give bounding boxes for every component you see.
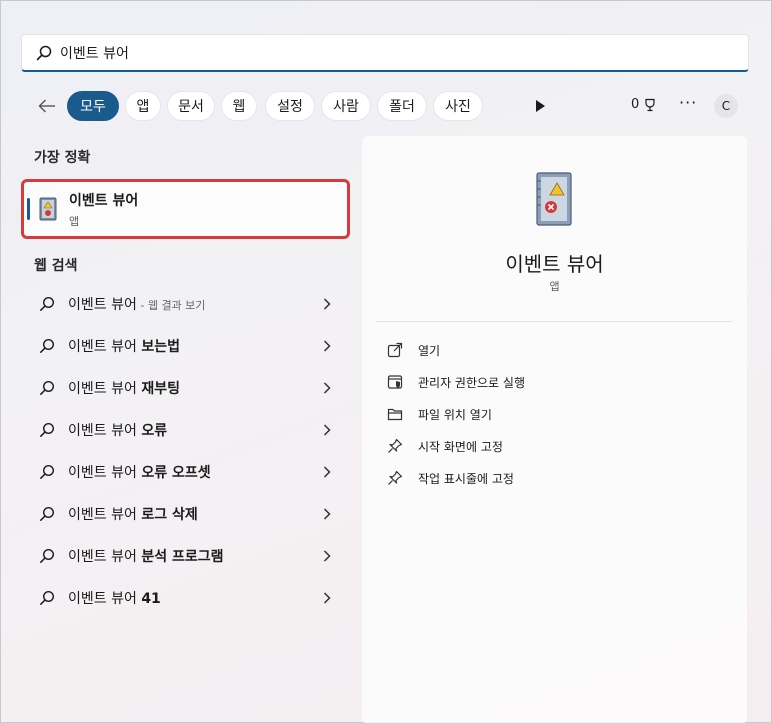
web-search-item-label: 이벤트 뷰어 로그 삭제 (68, 504, 198, 524)
suggestion-text: 오류 오프셋 (141, 465, 211, 481)
search-icon (40, 506, 55, 521)
web-search-item[interactable]: 이벤트 뷰어 41 (23, 580, 343, 616)
suggestion-text: 분석 프로그램 (141, 549, 224, 565)
event-viewer-app-icon (39, 197, 57, 221)
chevron-right-icon (323, 508, 331, 520)
search-icon (40, 464, 55, 479)
event-viewer-large-icon (536, 172, 572, 226)
web-search-item[interactable]: 이벤트 뷰어 로그 삭제 (23, 496, 343, 532)
action-label: 작업 표시줄에 고정 (418, 472, 514, 486)
best-match-subtitle: 앱 (69, 215, 80, 228)
chevron-right-icon (323, 424, 331, 436)
query-text: 이벤트 뷰어 (68, 423, 137, 439)
action-pin-to-start[interactable]: 시작 화면에 고정 (387, 434, 727, 458)
action-label: 관리자 권한으로 실행 (418, 376, 525, 390)
web-search-heading: 웹 검색 (34, 258, 78, 274)
web-search-item[interactable]: 이벤트 뷰어 분석 프로그램 (23, 538, 343, 574)
suggestion-text: 오류 (141, 423, 168, 439)
tab-web[interactable]: 웹 (221, 91, 257, 121)
web-search-item-label: 이벤트 뷰어 41 (68, 588, 161, 608)
web-results-hint: - 웹 결과 보기 (136, 299, 206, 312)
web-search-item-label: 이벤트 뷰어 오류 (68, 420, 167, 440)
action-label: 시작 화면에 고정 (418, 440, 503, 454)
tab-photos[interactable]: 사진 (433, 91, 483, 121)
tab-settings[interactable]: 설정 (265, 91, 315, 121)
folder-icon (387, 408, 403, 421)
search-box[interactable]: 이벤트 뷰어 (21, 34, 749, 72)
web-search-item[interactable]: 이벤트 뷰어 보는법 (23, 328, 343, 364)
open-icon (387, 342, 403, 358)
action-pin-to-taskbar[interactable]: 작업 표시줄에 고정 (387, 466, 727, 490)
more-options-button[interactable]: ··· (679, 93, 697, 112)
selection-indicator (27, 198, 30, 220)
chevron-right-icon (323, 592, 331, 604)
search-icon (40, 296, 55, 311)
query-text: 이벤트 뷰어 (68, 465, 137, 481)
web-search-item[interactable]: 이벤트 뷰어 오류 오프셋 (23, 454, 343, 490)
action-run-as-admin[interactable]: 관리자 권한으로 실행 (387, 370, 727, 394)
search-icon (40, 338, 55, 353)
tab-documents[interactable]: 문서 (167, 91, 215, 121)
shield-admin-icon (387, 375, 403, 389)
web-search-item[interactable]: 이벤트 뷰어 오류 (23, 412, 343, 448)
best-match-result[interactable]: 이벤트 뷰어 앱 (21, 179, 350, 239)
search-icon (40, 548, 55, 563)
action-open-file-location[interactable]: 파일 위치 열기 (387, 402, 727, 426)
rewards-points[interactable]: 0 (631, 97, 657, 112)
query-text: 이벤트 뷰어 (68, 549, 137, 565)
web-search-item[interactable]: 이벤트 뷰어 재부팅 (23, 370, 343, 406)
detail-subtitle: 앱 (549, 280, 560, 293)
query-text: 이벤트 뷰어 (68, 507, 137, 523)
search-icon (40, 590, 55, 605)
best-match-title: 이벤트 뷰어 (69, 193, 139, 209)
detail-title: 이벤트 뷰어 (505, 252, 604, 276)
web-search-item-label: 이벤트 뷰어 보는법 (68, 336, 180, 356)
play-icon[interactable] (531, 97, 549, 115)
best-match-heading: 가장 정확 (34, 150, 91, 166)
web-search-item-label: 이벤트 뷰어 오류 오프셋 (68, 462, 211, 482)
tab-all[interactable]: 모두 (67, 91, 119, 121)
query-text: 이벤트 뷰어 (68, 297, 137, 313)
suggestion-text: 보는법 (141, 339, 180, 355)
start-menu-search-window: 이벤트 뷰어 모두 앱 문서 웹 설정 사람 폴더 사진 0 ··· C 가장 … (0, 0, 772, 723)
query-text: 이벤트 뷰어 (68, 591, 137, 607)
tab-people[interactable]: 사람 (321, 91, 371, 121)
pin-icon (388, 438, 403, 453)
query-text: 이벤트 뷰어 (68, 381, 137, 397)
web-search-item[interactable]: 이벤트 뷰어 - 웹 결과 보기 (23, 286, 343, 322)
chevron-right-icon (323, 382, 331, 394)
points-value: 0 (631, 97, 640, 112)
divider (376, 321, 732, 322)
chevron-right-icon (323, 298, 331, 310)
filter-bar: 모두 앱 문서 웹 설정 사람 폴더 사진 0 ··· C (31, 91, 751, 121)
suggestion-text: 로그 삭제 (141, 507, 198, 523)
chevron-right-icon (323, 340, 331, 352)
detail-pane: 이벤트 뷰어 앱 열기 관리자 권한으로 실행 파일 위치 열기 시작 화면에 … (362, 136, 747, 723)
chevron-right-icon (323, 466, 331, 478)
tab-apps[interactable]: 앱 (125, 91, 161, 121)
suggestion-text: 41 (141, 591, 161, 607)
pin-icon (388, 470, 403, 485)
search-icon (36, 45, 52, 60)
search-icon (40, 422, 55, 437)
arrow-left-icon (38, 99, 55, 113)
web-search-item-label: 이벤트 뷰어 분석 프로그램 (68, 546, 223, 566)
search-icon (40, 380, 55, 395)
suggestion-text: 재부팅 (141, 381, 180, 397)
web-search-item-label: 이벤트 뷰어 - 웹 결과 보기 (68, 294, 205, 314)
back-button[interactable] (35, 94, 59, 118)
web-search-item-label: 이벤트 뷰어 재부팅 (68, 378, 180, 398)
action-open[interactable]: 열기 (387, 338, 727, 362)
query-text: 이벤트 뷰어 (68, 339, 137, 355)
trophy-icon (645, 98, 655, 111)
chevron-right-icon (323, 550, 331, 562)
avatar[interactable]: C (714, 94, 738, 118)
action-label: 열기 (418, 344, 441, 358)
action-label: 파일 위치 열기 (418, 408, 492, 422)
tab-folders[interactable]: 폴더 (377, 91, 427, 121)
search-input[interactable]: 이벤트 뷰어 (60, 43, 129, 63)
